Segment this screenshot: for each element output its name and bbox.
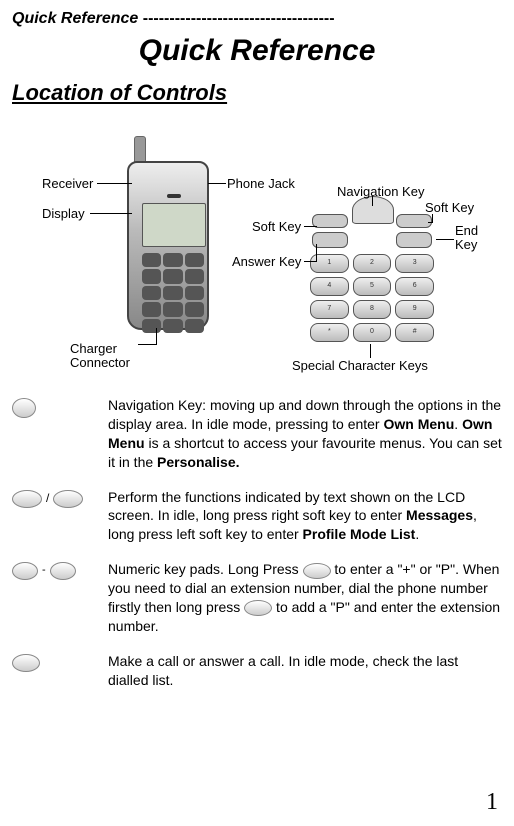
earpiece-icon [167,194,181,198]
label-phone-jack: Phone Jack [227,176,295,191]
nav-key-icon [352,196,394,224]
numeric-key-icon [50,562,76,580]
soft-key-left-icon [312,214,348,228]
desc-row-nav: Navigation Key: moving up and down throu… [12,396,502,472]
descriptions-section: Navigation Key: moving up and down throu… [12,396,502,690]
running-title: Quick Reference [12,10,138,27]
numeric-keypad-icon: 123 456 789 *0# [310,254,434,342]
label-charger-connector-1: Charger [70,341,117,356]
leader-line [138,344,156,345]
label-navigation-key: Navigation Key [337,184,424,199]
label-end-key-2: Key [455,237,477,252]
zero-key-icon [244,600,272,616]
leader-line [316,244,317,262]
leader-line [97,183,132,184]
soft-key-right-icon [396,214,432,228]
label-receiver: Receiver [42,176,93,191]
desc-row-call: Make a call or answer a call. In idle mo… [12,652,502,690]
label-special-character-keys: Special Character Keys [292,358,428,373]
label-end-key-1: End [455,223,478,238]
desc-row-numeric: - Numeric key pads. Long Press to enter … [12,560,502,636]
page-number: 1 [486,789,498,816]
phone-illustration [122,136,212,336]
label-charger-connector-2: Connector [70,355,130,370]
desc-softkeys-text: Perform the functions indicated by text … [108,488,502,545]
leader-line [428,222,433,223]
soft-key-icon [12,490,42,508]
call-key-icon [12,654,40,672]
leader-line [436,239,454,240]
end-key-icon [396,232,432,248]
label-soft-key-right: Soft Key [425,200,474,215]
page-title: Quick Reference [12,34,502,68]
desc-nav-text: Navigation Key: moving up and down throu… [108,396,502,472]
soft-key-icon [53,490,83,508]
leader-line [90,213,132,214]
label-soft-key-left: Soft Key [252,219,301,234]
desc-row-softkeys: / Perform the functions indicated by tex… [12,488,502,545]
phone-diagram: Receiver Display Charger Connector Phone… [12,126,502,376]
label-answer-key: Answer Key [232,254,301,269]
screen-icon [142,203,206,247]
desc-numeric-text: Numeric key pads. Long Press to enter a … [108,560,502,636]
section-title: Location of Controls [12,80,502,106]
leader-line [304,226,317,227]
numeric-key-icon [12,562,38,580]
running-header: Quick Reference ------------------------… [12,10,502,28]
zero-key-icon [303,563,331,579]
leader-line [156,328,157,345]
keypad-enlarged: 123 456 789 *0# [302,196,442,346]
leader-line [432,214,433,222]
leader-line [372,196,373,206]
nav-key-icon [12,398,36,418]
desc-call-text: Make a call or answer a call. In idle mo… [108,652,502,690]
phone-body-icon [127,161,209,330]
leader-line [208,183,226,184]
keypad-small-icon [142,253,204,333]
leader-line [370,344,371,358]
answer-key-icon [312,232,348,248]
header-dashes: ------------------------------------ [143,10,335,27]
leader-line [304,261,316,262]
label-display: Display [42,206,85,221]
